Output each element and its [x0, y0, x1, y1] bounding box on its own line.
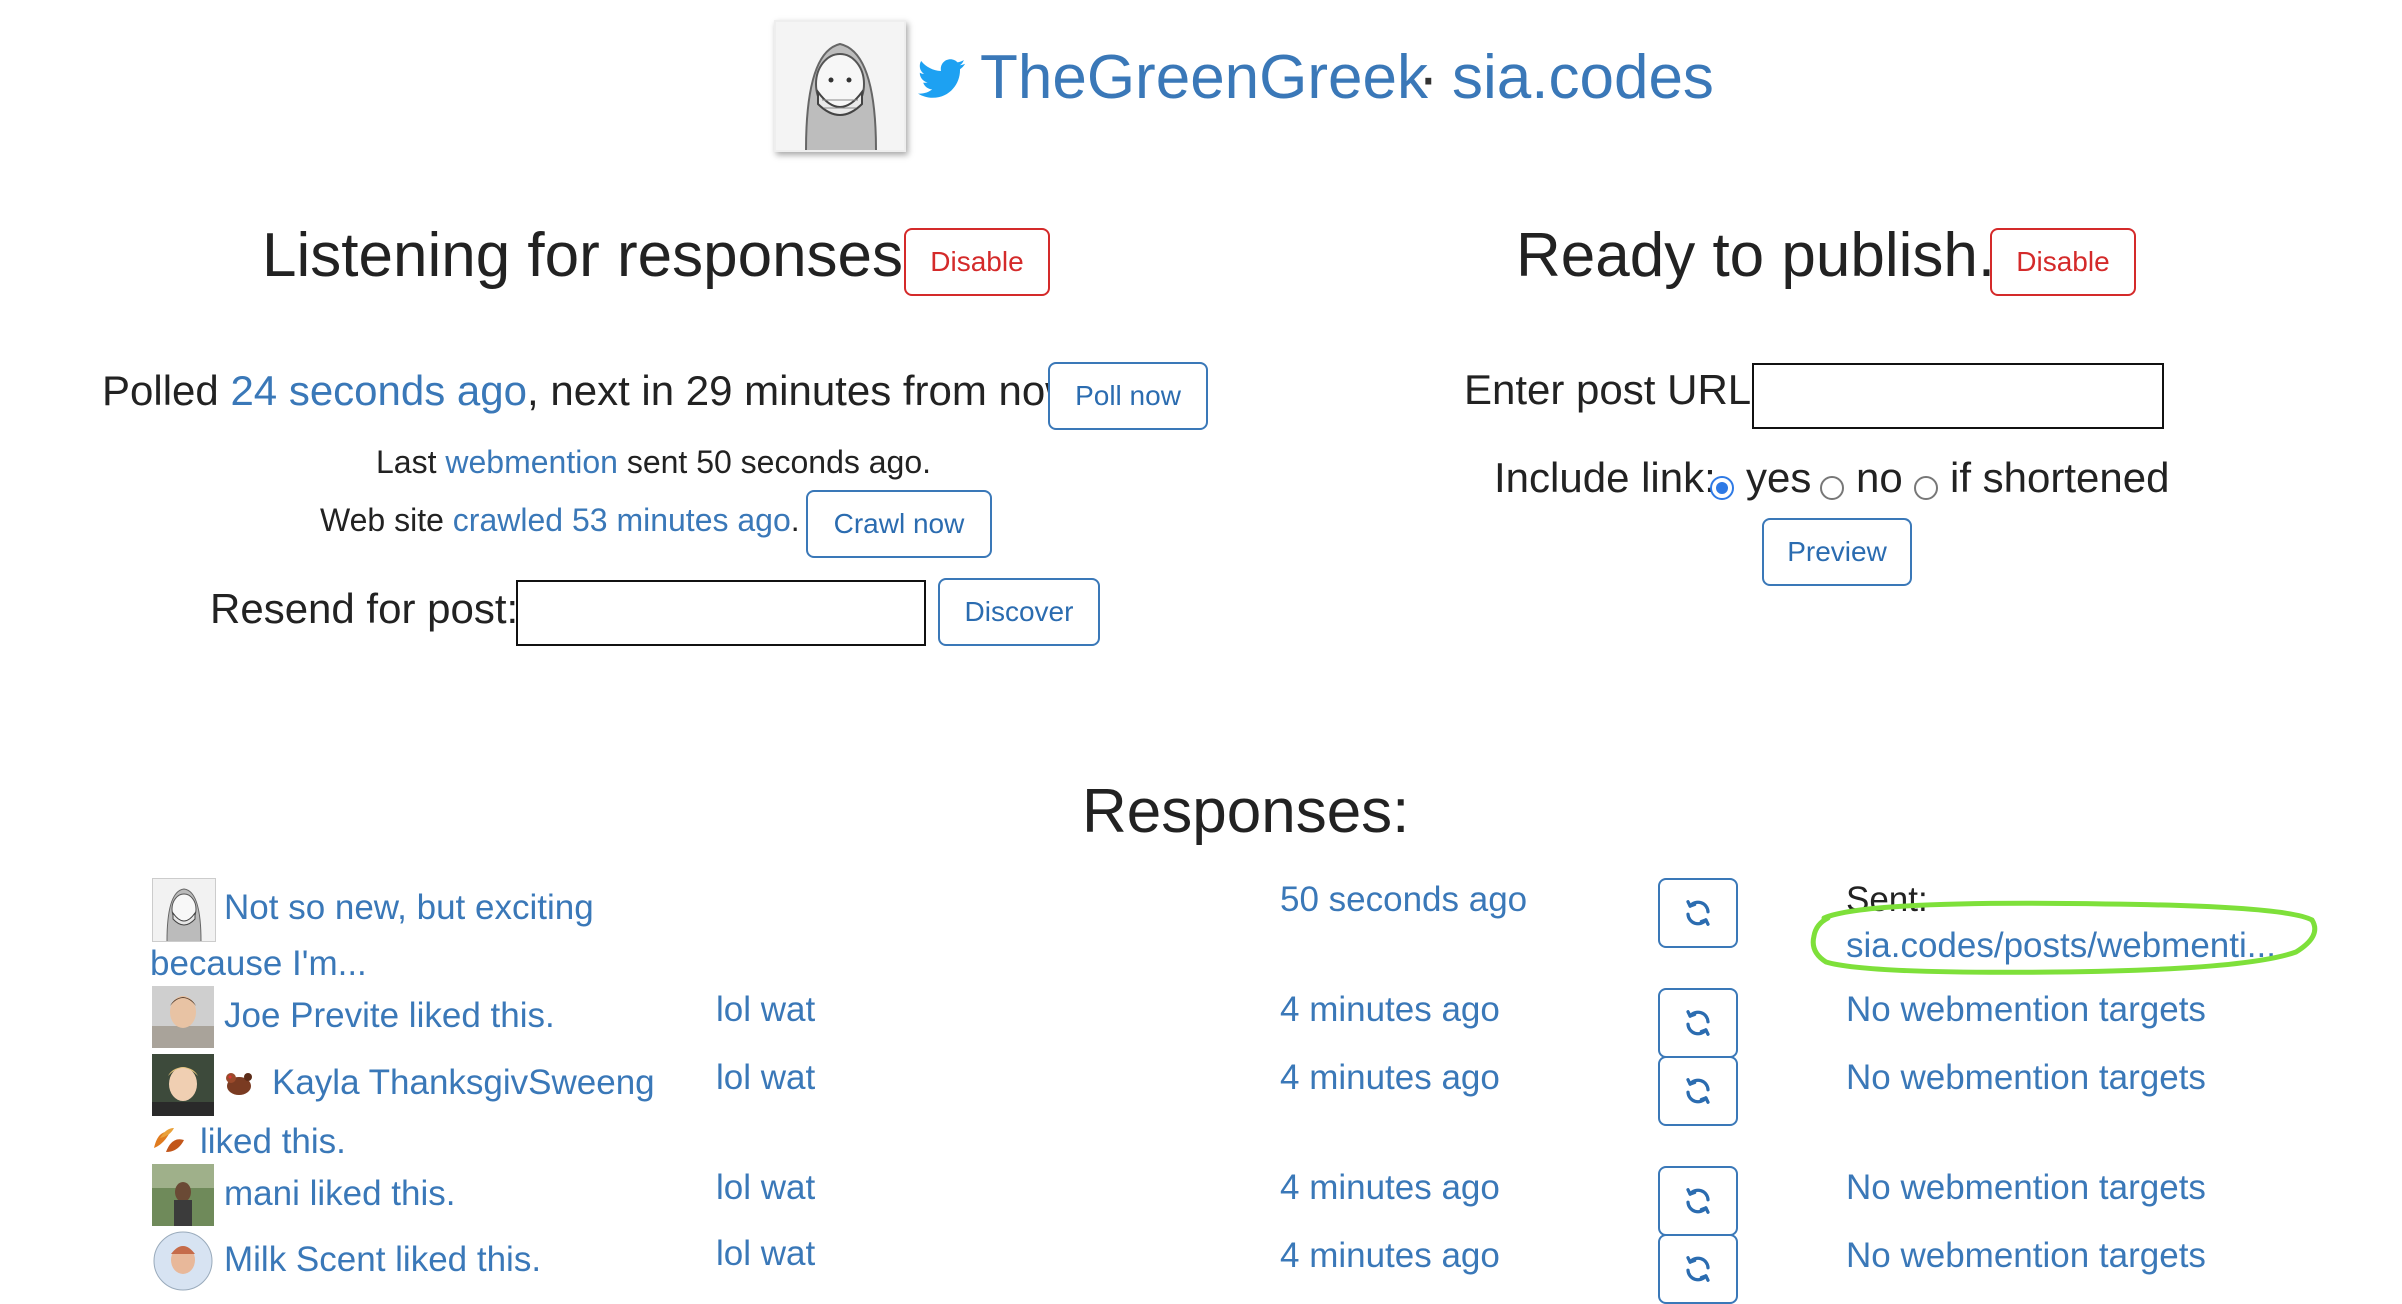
response-time-link[interactable]: 4 minutes ago [1280, 1058, 1500, 1098]
fallen-leaves-emoji-icon [150, 1124, 188, 1161]
resend-refresh-button[interactable] [1658, 878, 1738, 948]
include-link-yes-radio[interactable] [1710, 476, 1734, 500]
include-link-no-label: no [1856, 454, 1903, 501]
response-time-link[interactable]: 4 minutes ago [1280, 1168, 1500, 1208]
preview-button[interactable]: Preview [1762, 518, 1912, 586]
response-text-link[interactable]: Not so new, but exciting [224, 888, 594, 928]
resend-refresh-button[interactable] [1658, 1166, 1738, 1236]
resend-refresh-button[interactable] [1658, 988, 1738, 1058]
response-text-link[interactable]: Joe Previte liked this. [224, 996, 555, 1036]
refresh-icon [1686, 1010, 1710, 1036]
publish-heading: Ready to publish. [1516, 221, 1996, 290]
response-time-link[interactable]: 50 seconds ago [1280, 880, 1527, 920]
crawl-now-button[interactable]: Crawl now [806, 490, 992, 558]
highlight-annotation [1810, 900, 2318, 975]
twitter-bird-icon [917, 58, 966, 105]
status-text[interactable]: No webmention targets [1846, 1236, 2206, 1276]
response-text-link[interactable]: Kayla ThanksgivSweeng [272, 1063, 655, 1103]
status-text[interactable]: No webmention targets [1846, 1168, 2206, 1208]
avatar [152, 1054, 214, 1116]
responses-heading: Responses: [1082, 777, 1410, 846]
include-link-label: Include link: [1494, 454, 1716, 501]
refresh-icon [1686, 900, 1710, 926]
response-text-link[interactable]: mani liked this. [224, 1174, 455, 1214]
poll-now-button[interactable]: Poll now [1048, 362, 1208, 430]
response-time-link[interactable]: 4 minutes ago [1280, 1236, 1500, 1276]
response-text-link[interactable]: Milk Scent liked this. [224, 1240, 541, 1280]
include-link-shortened-radio[interactable] [1914, 476, 1938, 500]
crawl-prefix: Web site [320, 502, 444, 538]
polled-time-link[interactable]: 24 seconds ago [230, 367, 527, 414]
discover-button[interactable]: Discover [938, 578, 1100, 646]
response-time-link[interactable]: 4 minutes ago [1280, 990, 1500, 1030]
disable-publish-button[interactable]: Disable [1990, 228, 2136, 296]
response-text-link-continued[interactable]: liked this. [200, 1122, 346, 1162]
resend-refresh-button[interactable] [1658, 1056, 1738, 1126]
webmention-link[interactable]: webmention [445, 444, 618, 480]
avatar [152, 986, 214, 1048]
post-url-input[interactable] [1752, 363, 2164, 429]
refresh-icon [1686, 1256, 1710, 1282]
refresh-icon [1686, 1078, 1710, 1104]
last-webmention-line: Last webmention sent 50 seconds ago. [376, 444, 931, 481]
response-content-link[interactable]: lol wat [716, 1234, 815, 1274]
response-content-link[interactable]: lol wat [716, 1168, 815, 1208]
crawled-link[interactable]: crawled 53 minutes ago [453, 502, 791, 538]
include-link-no-radio[interactable] [1820, 476, 1844, 500]
resend-label: Resend for post: [210, 585, 519, 632]
response-content-link[interactable]: lol wat [716, 990, 815, 1030]
page: TheGreenGreek · sia.codes Listening for … [0, 0, 2402, 1304]
polled-line: Polled 24 seconds ago, next in 29 minute… [102, 367, 1085, 415]
disable-listening-button[interactable]: Disable [904, 228, 1050, 296]
avatar [152, 1230, 214, 1292]
profile-photo [774, 20, 906, 152]
refresh-icon [1686, 1188, 1710, 1214]
resend-post-input[interactable] [516, 580, 926, 646]
header-separator: · [1418, 43, 1439, 112]
crawl-suffix: . [790, 502, 800, 538]
polled-suffix: , next in 29 minutes from now. [527, 367, 1085, 414]
listening-heading: Listening for responses. [262, 221, 921, 290]
include-link-yes-label: yes [1746, 454, 1812, 501]
avatar [152, 1164, 214, 1226]
avatar [152, 878, 216, 942]
site-link[interactable]: sia.codes [1452, 42, 1714, 113]
response-text-link-continued[interactable]: because I'm... [150, 944, 367, 984]
response-content-link[interactable]: lol wat [716, 1058, 815, 1098]
resend-refresh-button[interactable] [1658, 1234, 1738, 1304]
username-link[interactable]: TheGreenGreek [980, 42, 1428, 113]
last-suffix: sent 50 seconds ago. [626, 444, 932, 480]
polled-prefix: Polled [102, 367, 219, 414]
include-link-shortened-label: if shortened [1950, 454, 2170, 501]
status-text[interactable]: No webmention targets [1846, 990, 2206, 1030]
post-url-label: Enter post URL: [1464, 366, 1763, 413]
crawl-line: Web site crawled 53 minutes ago. [320, 502, 800, 539]
turkey-emoji-icon [222, 1066, 256, 1105]
last-prefix: Last [376, 444, 437, 480]
status-text[interactable]: No webmention targets [1846, 1058, 2206, 1098]
